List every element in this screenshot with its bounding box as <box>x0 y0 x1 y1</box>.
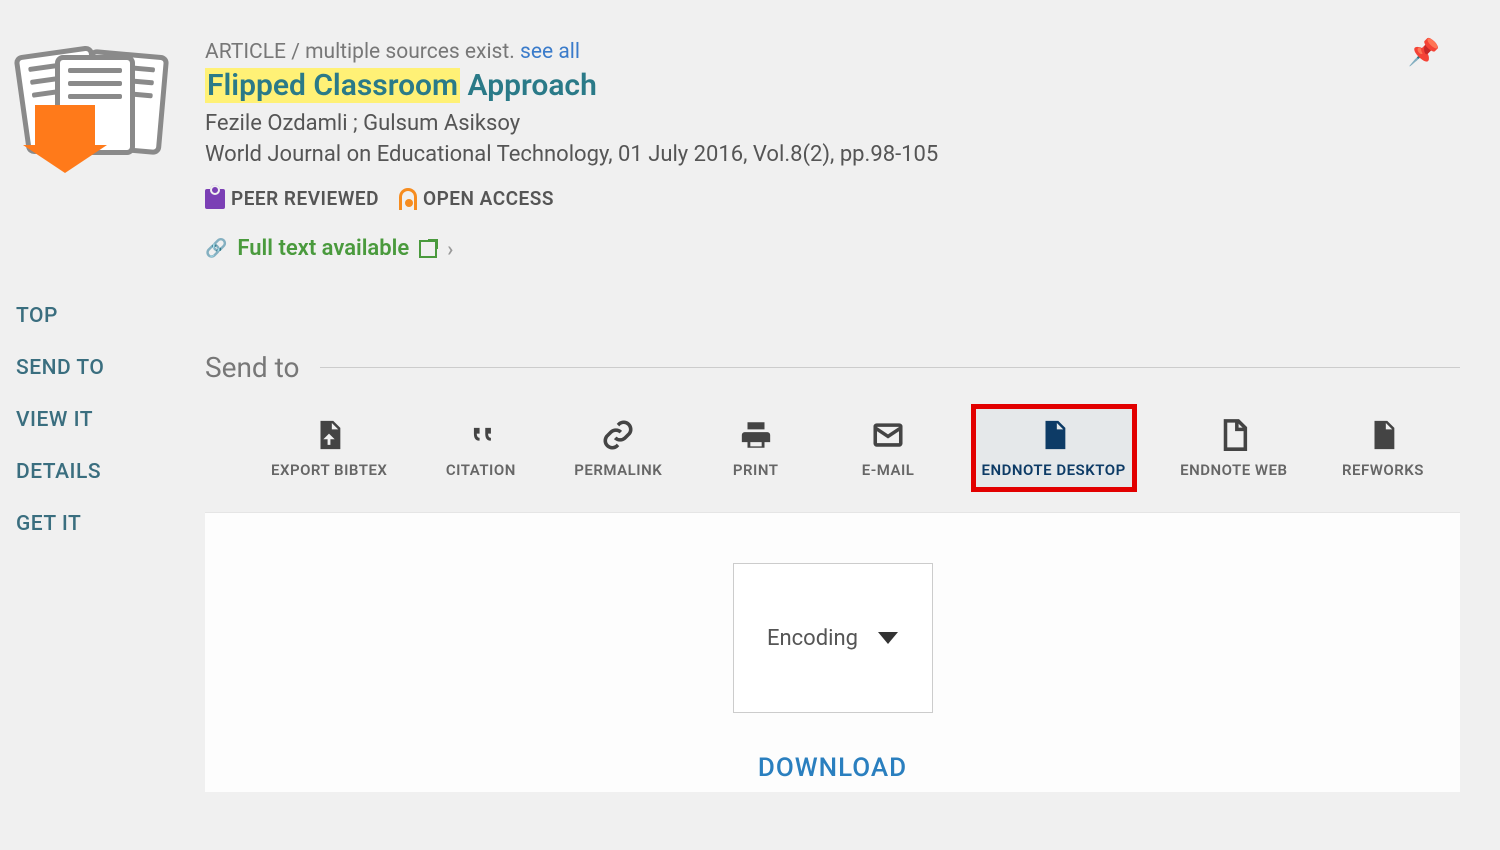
sendto-label: E-MAIL <box>862 461 915 479</box>
open-access-label: OPEN ACCESS <box>423 187 554 210</box>
peer-reviewed-icon <box>205 189 225 209</box>
send-to-heading-label: Send to <box>205 351 300 384</box>
see-all-link[interactable]: see all <box>520 40 580 64</box>
peer-reviewed-label: PEER REVIEWED <box>231 187 379 210</box>
sendto-endnote-web[interactable]: ENDNOTE WEB <box>1174 409 1293 487</box>
sendto-label: CITATION <box>446 461 516 479</box>
file-export-icon <box>312 417 346 453</box>
dropdown-icon <box>878 632 898 644</box>
peer-reviewed-badge: PEER REVIEWED <box>205 187 379 210</box>
sendto-label: EXPORT BIBTEX <box>271 461 387 479</box>
email-icon <box>871 417 905 453</box>
sendto-label: ENDNOTE DESKTOP <box>982 461 1126 479</box>
document-type-icon <box>0 50 205 210</box>
encoding-label: Encoding <box>767 626 858 651</box>
external-link-icon <box>419 240 437 258</box>
link-icon <box>601 417 635 453</box>
sendto-label: PRINT <box>733 461 779 479</box>
pin-icon[interactable]: 📌 <box>1408 38 1440 68</box>
record-type-line: ARTICLE / multiple sources exist. see al… <box>205 40 1460 64</box>
sendto-email[interactable]: E-MAIL <box>843 409 933 487</box>
sendto-print[interactable]: PRINT <box>711 409 801 487</box>
open-access-icon <box>399 188 417 210</box>
sendto-endnote-desktop[interactable]: ENDNOTE DESKTOP <box>976 409 1132 487</box>
record-source: World Journal on Educational Technology,… <box>205 142 1460 167</box>
print-icon <box>739 417 773 453</box>
full-text-link[interactable]: 🔗 Full text available › <box>205 236 1460 261</box>
record-title[interactable]: Flipped Classroom Approach <box>205 68 1460 103</box>
link-icon: 🔗 <box>205 238 227 259</box>
sendto-citation[interactable]: CITATION <box>436 409 526 487</box>
full-text-label: Full text available <box>237 236 409 261</box>
sendto-label: ENDNOTE WEB <box>1180 461 1287 479</box>
title-highlight: Flipped Classroom <box>205 68 460 103</box>
sendto-label: REFWORKS <box>1342 461 1424 479</box>
record-type: ARTICLE <box>205 40 286 64</box>
sidebar-item-top[interactable]: TOP <box>0 290 205 342</box>
sendto-refworks[interactable]: REFWORKS <box>1336 409 1430 487</box>
divider <box>320 367 1460 368</box>
sidebar-item-get-it[interactable]: GET IT <box>0 498 205 550</box>
refworks-icon <box>1366 417 1400 453</box>
sidebar-item-send-to[interactable]: SEND TO <box>0 342 205 394</box>
export-panel: Encoding DOWNLOAD <box>205 512 1460 792</box>
encoding-select[interactable]: Encoding <box>733 563 933 713</box>
sendto-permalink[interactable]: PERMALINK <box>568 409 668 487</box>
endnote-desktop-icon <box>1037 417 1071 453</box>
chevron-right-icon: › <box>447 237 453 261</box>
title-rest: Approach <box>460 68 597 103</box>
sidebar-item-view-it[interactable]: VIEW IT <box>0 394 205 446</box>
sendto-export-bibtex[interactable]: EXPORT BIBTEX <box>265 409 393 487</box>
sidebar-item-details[interactable]: DETAILS <box>0 446 205 498</box>
open-access-badge: OPEN ACCESS <box>399 187 554 210</box>
record-authors: Fezile Ozdamli ; Gulsum Asiksoy <box>205 111 1460 136</box>
quote-icon <box>464 417 498 453</box>
multi-sources-label: multiple sources exist. <box>305 40 515 64</box>
send-to-heading: Send to <box>205 351 1460 384</box>
sendto-label: PERMALINK <box>574 461 662 479</box>
endnote-web-icon <box>1217 417 1251 453</box>
download-button[interactable]: DOWNLOAD <box>758 753 907 783</box>
